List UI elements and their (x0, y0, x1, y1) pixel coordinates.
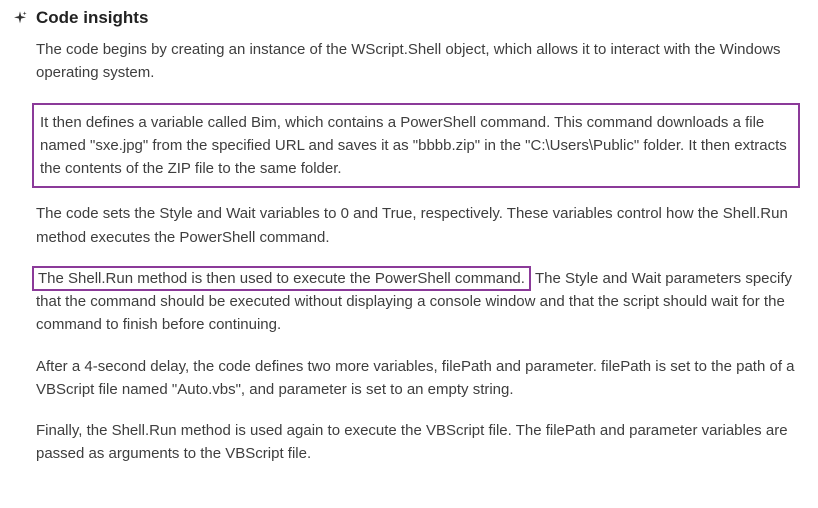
section-header: Code insights (12, 8, 806, 28)
paragraph-1: The code begins by creating an instance … (36, 38, 806, 85)
paragraph-6: Finally, the Shell.Run method is used ag… (36, 419, 806, 466)
insights-content: The code begins by creating an instance … (12, 38, 806, 466)
paragraph-2: It then defines a variable called Bim, w… (40, 111, 790, 181)
paragraph-5: After a 4-second delay, the code defines… (36, 355, 806, 402)
highlight-box-1: It then defines a variable called Bim, w… (32, 103, 800, 189)
page-container: Code insights The code begins by creatin… (0, 0, 818, 504)
sparkle-icon (12, 10, 28, 26)
section-title: Code insights (36, 8, 148, 28)
paragraph-4: The Shell.Run method is then used to exe… (36, 267, 806, 337)
highlight-inline-1: The Shell.Run method is then used to exe… (32, 266, 531, 291)
paragraph-3: The code sets the Style and Wait variabl… (36, 202, 806, 249)
